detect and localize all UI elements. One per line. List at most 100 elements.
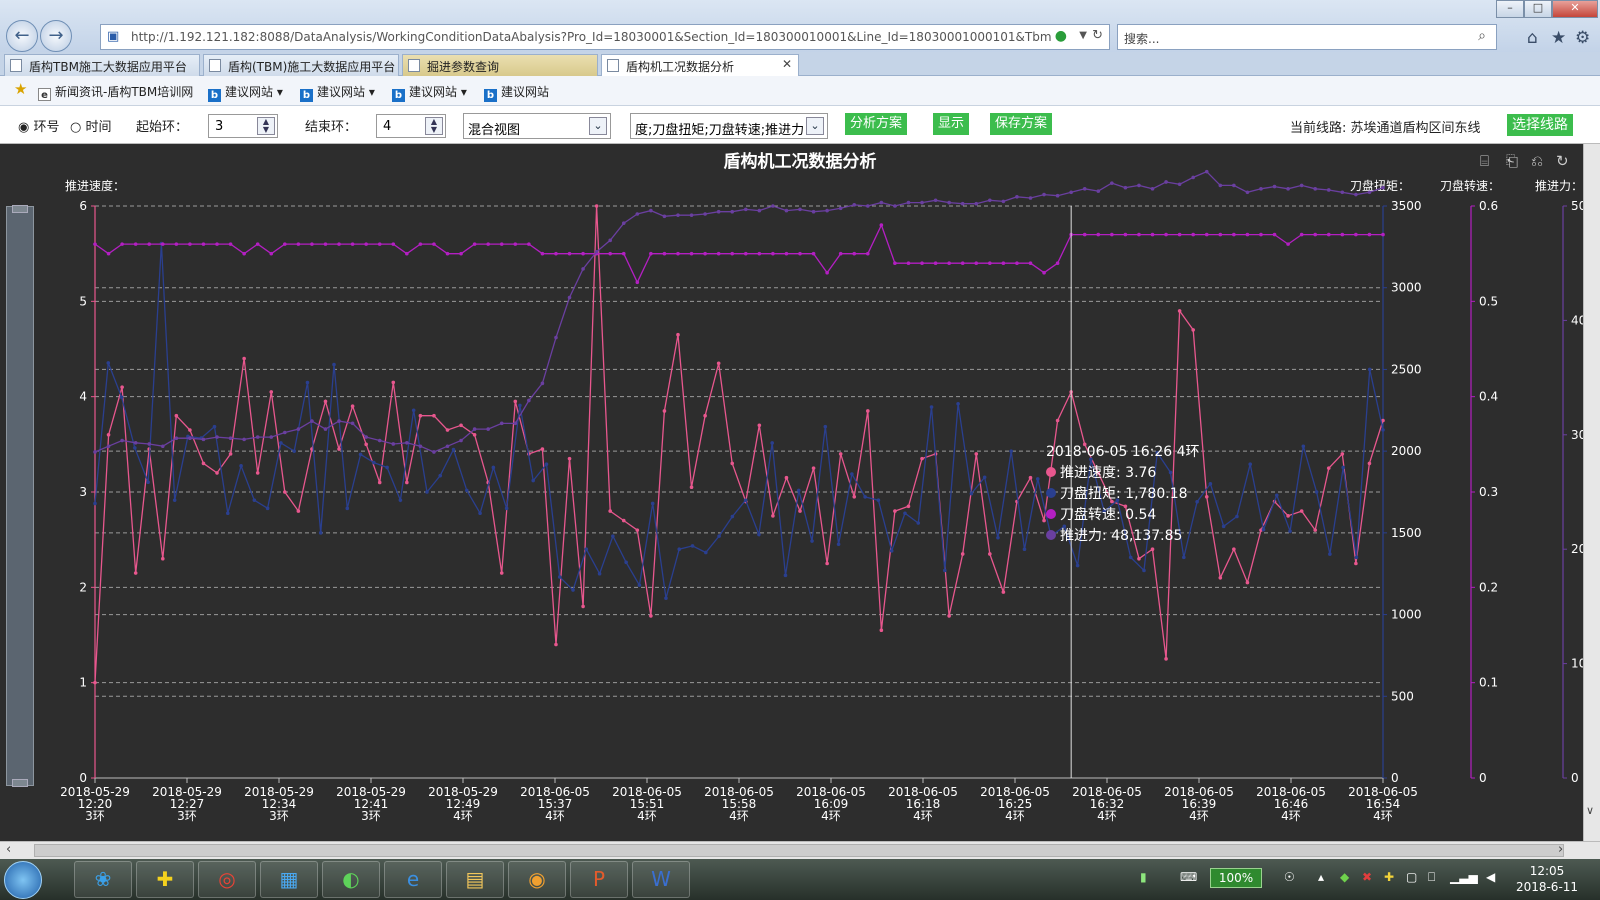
data-point xyxy=(637,583,642,587)
select-line-button[interactable]: 选择线路 xyxy=(1507,114,1573,136)
favorite-link-suggested-3[interactable]: b 建议网站 ▾ xyxy=(392,83,467,102)
data-point xyxy=(784,208,789,213)
tab-platform-1[interactable]: 盾构TBM施工大数据应用平台 xyxy=(4,54,200,76)
radio-time[interactable]: ○ 时间 xyxy=(70,116,112,135)
tab-param-query[interactable]: 掘进参数查询 xyxy=(402,54,598,76)
radio-ring[interactable]: ◉ 环号 xyxy=(18,116,60,135)
url-field[interactable]: ▣ http://1.192.121.182:8088/DataAnalysis… xyxy=(100,24,1110,50)
plus-icon[interactable]: ✚ xyxy=(1384,870,1394,884)
word-icon[interactable]: W xyxy=(632,861,690,898)
forward-arrow-icon[interactable]: → xyxy=(40,20,72,52)
tooltip-thrust: 推进力: 48,137.85 xyxy=(1060,528,1183,544)
data-point xyxy=(1096,232,1101,237)
chevron-down-icon[interactable]: ▼ xyxy=(1079,30,1087,41)
favorite-link-suggested-4[interactable]: b 建议网站 xyxy=(484,83,549,102)
refresh-icon[interactable]: ↻ xyxy=(1092,28,1103,43)
compat-mode-icon[interactable]: ● xyxy=(1055,28,1067,44)
display-icon[interactable]: ▢ xyxy=(1406,870,1417,884)
data-point xyxy=(358,452,363,457)
tiles-app-icon[interactable]: ▦ xyxy=(260,861,318,898)
scroll-down-icon[interactable]: ∨ xyxy=(1586,804,1594,817)
close-icon[interactable]: ✖ xyxy=(1362,870,1372,884)
minimize-button[interactable]: – xyxy=(1496,0,1524,18)
data-point xyxy=(757,532,761,537)
zoom-icon[interactable]: ⎗ xyxy=(1506,152,1518,170)
data-point xyxy=(188,436,192,441)
media-player-icon[interactable]: ◉ xyxy=(508,861,566,898)
close-tab-icon[interactable]: ✕ xyxy=(782,57,792,71)
chevron-down-icon[interactable]: ⌄ xyxy=(589,117,607,135)
data-point xyxy=(504,506,509,511)
start-button-icon[interactable] xyxy=(4,861,42,899)
stepper-arrows-icon[interactable]: ▲ ▼ xyxy=(257,117,275,135)
analysis-plan-button[interactable]: 分析方案 xyxy=(845,113,908,135)
params-select[interactable]: 度;刀盘扭矩;刀盘转速;推进力 ⌄ xyxy=(630,113,828,139)
signal-icon[interactable]: ▁▃▅ xyxy=(1450,870,1478,884)
cloud-app-icon[interactable]: ❀ xyxy=(74,861,132,898)
data-point xyxy=(350,404,355,409)
data-point xyxy=(527,242,531,246)
favorite-link-news[interactable]: e 新闻资讯-盾构TBM培训网 xyxy=(38,83,193,101)
favorites-add-icon[interactable]: ★ xyxy=(14,80,27,98)
home-icon[interactable]: ⌂ xyxy=(1527,28,1538,48)
search-icon[interactable]: ⌕ xyxy=(1478,28,1486,44)
close-window-button[interactable]: ✕ xyxy=(1552,0,1598,18)
data-point xyxy=(716,209,721,214)
data-point xyxy=(879,223,884,227)
data-point xyxy=(581,267,585,271)
usb-icon[interactable]: ⎕ xyxy=(1428,870,1435,885)
network-icon[interactable]: ▮ xyxy=(1140,870,1147,884)
browser-360-icon[interactable]: ◐ xyxy=(322,861,380,898)
security-app-icon[interactable]: ✚ xyxy=(136,861,194,898)
scroll-thumb[interactable] xyxy=(34,844,1564,857)
zoom-reset-icon[interactable]: ⎌ xyxy=(1531,152,1543,170)
chart-svg: 盾构机工况数据分析 ⌸ ⎗ ⎌ ↻ 0123456推进速度：0500100015… xyxy=(60,151,1583,823)
view-select[interactable]: 混合视图 ⌄ xyxy=(463,113,611,139)
internet-explorer-icon[interactable]: e xyxy=(384,861,442,898)
data-point xyxy=(771,514,775,518)
back-arrow-icon[interactable]: ← xyxy=(6,20,38,52)
gear-icon[interactable]: ⚙ xyxy=(1575,28,1590,48)
volume-icon[interactable]: ◀ xyxy=(1486,870,1495,884)
save-plan-button[interactable]: 保存方案 xyxy=(990,113,1053,135)
search-input[interactable]: 搜索... ⌕ xyxy=(1117,24,1497,50)
end-ring-stepper[interactable]: 4 ▲ ▼ xyxy=(376,114,446,138)
data-point xyxy=(650,501,655,506)
y-tick-label: 0 xyxy=(1479,771,1487,785)
tab-condition-analysis[interactable]: 盾构机工况数据分析 ✕ xyxy=(601,54,799,76)
chrome-icon[interactable]: ◎ xyxy=(198,861,256,898)
favorite-link-suggested-2[interactable]: b 建议网站 ▾ xyxy=(300,83,375,102)
data-point xyxy=(1340,190,1345,195)
y-tick-label: 0.1 xyxy=(1479,676,1498,690)
horizontal-scrollbar[interactable]: ‹ › xyxy=(0,841,1600,859)
vertical-scrollbar[interactable]: ∨ xyxy=(1583,144,1600,841)
show-hidden-icons[interactable]: ▴ xyxy=(1318,870,1324,884)
powerpoint-icon[interactable]: P xyxy=(570,861,628,898)
data-point xyxy=(269,435,274,439)
favorites-star-icon[interactable]: ★ xyxy=(1551,28,1566,48)
favorite-link-suggested-1[interactable]: b 建议网站 ▾ xyxy=(208,83,283,102)
stepper-arrows-icon[interactable]: ▲ ▼ xyxy=(425,117,443,135)
maximize-button[interactable]: □ xyxy=(1524,0,1552,18)
data-point xyxy=(513,399,518,404)
keyboard-icon[interactable]: ⌨ xyxy=(1180,870,1197,884)
data-point xyxy=(664,596,668,601)
scroll-right-icon[interactable]: › xyxy=(1558,842,1563,857)
clock[interactable]: 12:05 2018-6-11 xyxy=(1512,863,1582,895)
chevron-down-icon[interactable]: ⌄ xyxy=(806,117,824,135)
end-ring-label: 结束环： xyxy=(305,120,358,135)
battery-indicator[interactable]: 100% xyxy=(1210,868,1262,888)
shield-icon[interactable]: ◆ xyxy=(1340,870,1349,884)
data-view-icon[interactable]: ⌸ xyxy=(1480,152,1489,170)
data-point xyxy=(863,495,867,499)
data-point xyxy=(1367,461,1372,466)
restore-icon[interactable]: ↻ xyxy=(1556,152,1569,170)
start-ring-stepper[interactable]: 3 ▲ ▼ xyxy=(208,114,278,138)
data-point xyxy=(120,385,124,389)
data-point xyxy=(350,242,355,246)
file-explorer-icon[interactable]: ▤ xyxy=(446,861,504,898)
show-button[interactable]: 显示 xyxy=(933,113,970,135)
tab-platform-2[interactable]: 盾构(TBM)施工大数据应用平台 xyxy=(203,54,399,76)
input-method-icon[interactable]: ☉ xyxy=(1284,870,1295,884)
scroll-left-icon[interactable]: ‹ xyxy=(6,842,11,857)
